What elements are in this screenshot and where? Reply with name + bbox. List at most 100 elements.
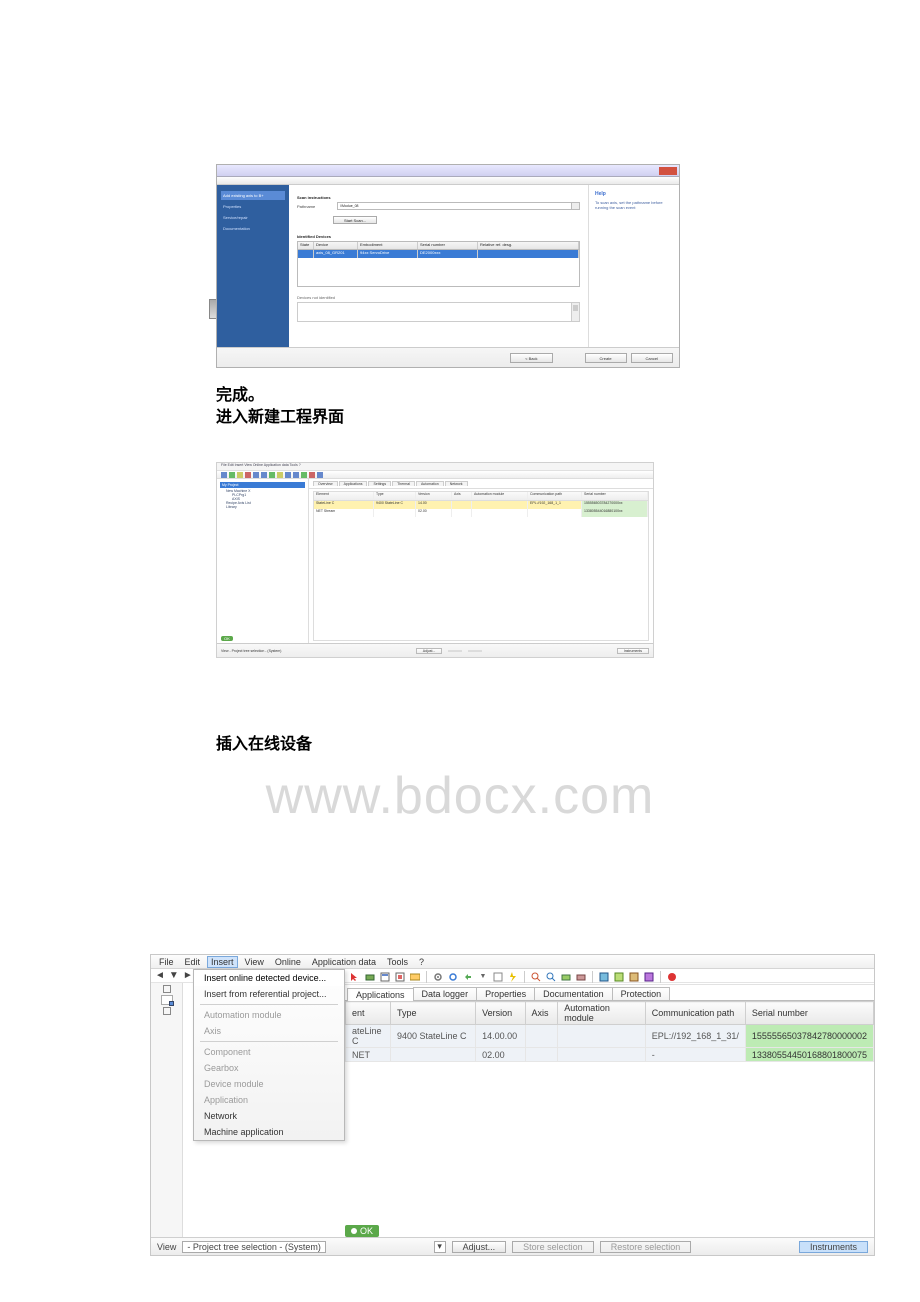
sidebar-item-documentation[interactable]: Documentation	[221, 224, 285, 233]
menu-component[interactable]: Component	[194, 1044, 344, 1060]
menu-machine-application[interactable]: Machine application	[194, 1124, 344, 1140]
chevron-down-icon[interactable]: ▼	[477, 971, 489, 983]
menu-application[interactable]: Application	[194, 1092, 344, 1108]
create-button[interactable]: Create	[585, 353, 627, 363]
tab-datalogger[interactable]: Data logger	[413, 987, 478, 1000]
toolbar-icon[interactable]	[643, 971, 655, 983]
restore-selection-button[interactable]: Restore selection	[600, 1241, 692, 1253]
instruments-button[interactable]: Instruments	[617, 648, 649, 654]
toolbar-icon[interactable]	[317, 472, 323, 478]
tab[interactable]: Applications	[339, 481, 368, 486]
toolbar-icon[interactable]	[409, 971, 421, 983]
toolbar-icon[interactable]	[293, 472, 299, 478]
menubar[interactable]: File Edit Insert View Online Application…	[217, 463, 653, 471]
project-tree[interactable]: My Project New Machine X PLCPrg1 AXIS Re…	[217, 479, 309, 643]
tab[interactable]: Automation	[416, 481, 444, 486]
menu-insert-referential[interactable]: Insert from referential project...	[194, 986, 344, 1002]
menu-view[interactable]: View	[241, 957, 268, 967]
start-scan-button[interactable]: Start Scan...	[333, 216, 377, 224]
scrollbar-thumb[interactable]	[573, 305, 578, 311]
menu-file[interactable]: File	[155, 957, 178, 967]
table-row[interactable]: ateLine C 9400 StateLine C 14.00.00 EPL:…	[346, 1025, 874, 1048]
menu-appdata[interactable]: Application data	[308, 957, 380, 967]
gear-icon[interactable]	[447, 971, 459, 983]
sidebar-item-properties[interactable]: Properties	[221, 202, 285, 211]
toolbar-icon[interactable]	[221, 472, 227, 478]
toolbar-icon[interactable]	[309, 472, 315, 478]
tab-protection[interactable]: Protection	[612, 987, 671, 1000]
toolbar-icon[interactable]	[379, 971, 391, 983]
toolbar-icon[interactable]	[394, 971, 406, 983]
toolbar-icon[interactable]	[560, 971, 572, 983]
table-row[interactable]: axis_08_GR201 94xx ServoDrive DE2000xxx	[298, 250, 579, 258]
menu-gearbox[interactable]: Gearbox	[194, 1060, 344, 1076]
tab[interactable]: Settings	[368, 481, 391, 486]
menu-network[interactable]: Network	[194, 1108, 344, 1124]
content-tabs[interactable]: Applications Data logger Properties Docu…	[345, 985, 874, 1001]
chevron-down-icon[interactable]: ▾	[434, 1241, 446, 1253]
table-row[interactable]: NET Stream 02.00 133805544016880100xx	[314, 509, 648, 517]
tree-icon[interactable]	[161, 995, 173, 1005]
expand-all-icon[interactable]	[163, 985, 171, 993]
menu-edit[interactable]: Edit	[181, 957, 205, 967]
instruments-button[interactable]: Instruments	[799, 1241, 868, 1253]
tab[interactable]: Thermal	[392, 481, 415, 486]
toolbar-icon[interactable]	[575, 971, 587, 983]
chevron-down-icon[interactable]: ▼	[169, 970, 179, 981]
pathname-input[interactable]: //Modue_08	[337, 202, 580, 210]
insert-dropdown[interactable]: Insert online detected device... Insert …	[193, 969, 345, 1141]
tab[interactable]: Overview	[313, 481, 338, 486]
content-tabs[interactable]: Overview Applications Settings Thermal A…	[309, 479, 653, 489]
toolbar-icon[interactable]	[277, 472, 283, 478]
table-row[interactable]: StateLine C 9400 StateLine C 14.00 EPL:/…	[314, 501, 648, 509]
tab-properties[interactable]: Properties	[476, 987, 535, 1000]
back-button[interactable]: < Back	[510, 353, 552, 363]
menu-automation-module[interactable]: Automation module	[194, 1007, 344, 1023]
toolbar-icon[interactable]	[462, 971, 474, 983]
chevron-down-icon[interactable]	[571, 203, 579, 209]
cursor-icon[interactable]	[349, 971, 361, 983]
toolbar-icon[interactable]	[628, 971, 640, 983]
search-icon[interactable]	[545, 971, 557, 983]
menu-device-module[interactable]: Device module	[194, 1076, 344, 1092]
toolbar-icon[interactable]	[613, 971, 625, 983]
collapse-icon[interactable]	[163, 1007, 171, 1015]
adjust-button[interactable]: Adjust...	[452, 1241, 507, 1253]
status-view-value[interactable]: - Project tree selection - (System)	[182, 1241, 326, 1253]
table-row[interactable]: NET 02.00 - 13380554450168801800075	[346, 1048, 874, 1062]
close-icon[interactable]	[659, 167, 677, 175]
menu-online[interactable]: Online	[271, 957, 305, 967]
toolbar-icon[interactable]	[598, 971, 610, 983]
toolbar-icon[interactable]	[269, 472, 275, 478]
toolbar-icon[interactable]	[245, 472, 251, 478]
toolbar-icon[interactable]	[237, 472, 243, 478]
store-selection-button[interactable]: Store selection	[512, 1241, 594, 1253]
toolbar-icon[interactable]	[261, 472, 267, 478]
toolbar-icon[interactable]	[492, 971, 504, 983]
gear-icon[interactable]	[432, 971, 444, 983]
cancel-button[interactable]: Cancel	[631, 353, 673, 363]
toolbar-icon[interactable]	[285, 472, 291, 478]
back-icon[interactable]: ◄	[155, 970, 165, 981]
toolbar-icon[interactable]	[229, 472, 235, 478]
forward-icon[interactable]: ►	[183, 970, 193, 981]
tab-applications[interactable]: Applications	[347, 988, 414, 1001]
menu-insert-detected[interactable]: Insert online detected device...	[194, 970, 344, 986]
tab[interactable]: Network	[445, 481, 468, 486]
toolbar-icon[interactable]	[253, 472, 259, 478]
tab-documentation[interactable]: Documentation	[534, 987, 613, 1000]
menu-help[interactable]: ?	[415, 957, 428, 967]
menu-insert[interactable]: Insert	[207, 956, 238, 968]
scrollbar[interactable]	[571, 303, 579, 321]
tree-item[interactable]: Library	[220, 505, 305, 509]
menu-axis[interactable]: Axis	[194, 1023, 344, 1039]
toolbar-icon[interactable]	[364, 971, 376, 983]
lightning-icon[interactable]	[507, 971, 519, 983]
status-button[interactable]	[448, 650, 462, 652]
tree-root[interactable]: My Project	[220, 482, 305, 488]
record-icon[interactable]	[666, 971, 678, 983]
toolbar-icon[interactable]	[301, 472, 307, 478]
status-button[interactable]	[468, 650, 482, 652]
sidebar-item-service[interactable]: Service/repair	[221, 213, 285, 222]
search-icon[interactable]	[530, 971, 542, 983]
